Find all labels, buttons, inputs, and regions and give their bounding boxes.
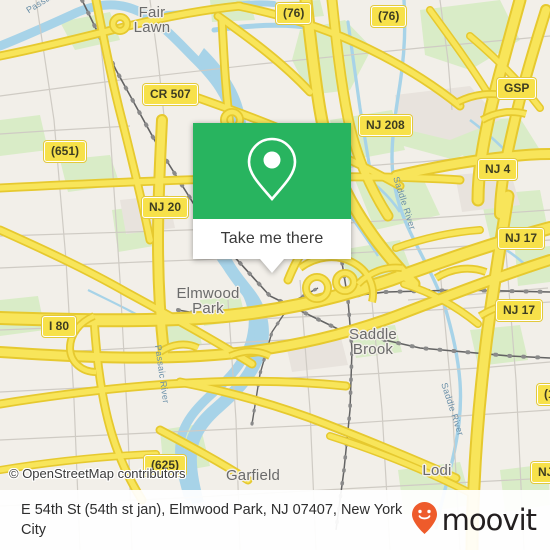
map-pin-icon — [244, 135, 300, 208]
address-text: E 54th St (54th st jan), Elmwood Park, N… — [21, 502, 403, 538]
moovit-brand: moovit — [411, 501, 550, 540]
footer-bar: E 54th St (54th st jan), Elmwood Park, N… — [0, 490, 550, 550]
map-vector — [0, 0, 550, 550]
take-me-there-label: Take me there — [220, 230, 324, 247]
take-me-there-button[interactable]: Take me there — [193, 219, 351, 259]
moovit-smiley-pin-icon — [411, 501, 438, 540]
moovit-wordmark: moovit — [441, 502, 537, 537]
popup-pin-area — [193, 123, 351, 219]
map-screen: Fair Lawn Elmwood Park Saddle Brook Garf… — [0, 0, 550, 550]
map-canvas[interactable] — [0, 0, 550, 550]
location-popup[interactable]: Take me there — [193, 123, 351, 273]
popup-tail — [260, 259, 284, 273]
